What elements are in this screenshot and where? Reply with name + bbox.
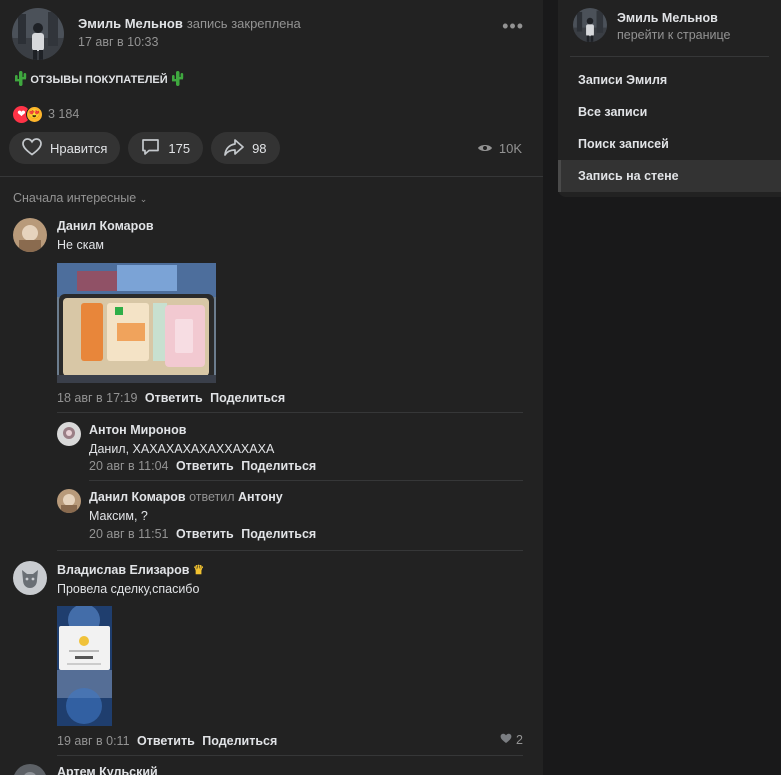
reply-button[interactable]: Ответить xyxy=(145,391,203,405)
comment: Данил Комаров Не скам xyxy=(57,219,154,252)
comment-photo[interactable] xyxy=(57,606,112,726)
sidebar-author[interactable]: Эмиль Мельнов перейти к странице xyxy=(573,8,773,42)
sidebar-item-emil-posts[interactable]: Записи Эмиля xyxy=(558,64,781,96)
replied-label: ответил xyxy=(189,490,235,504)
commenter-avatar[interactable] xyxy=(57,422,81,446)
sort-label: Сначала интересные xyxy=(13,191,137,205)
cactus-icon xyxy=(171,70,184,89)
comment-text: Провела сделку,спасибо xyxy=(57,582,200,596)
author-line: Эмиль Мельнов запись закреплена xyxy=(78,16,301,31)
divider xyxy=(57,550,523,551)
shares-count: 98 xyxy=(252,140,267,156)
comment-like-button[interactable]: 2 xyxy=(500,733,523,747)
comments-count: 175 xyxy=(168,140,191,156)
eye-icon xyxy=(477,141,493,156)
commenter-avatar[interactable] xyxy=(57,489,81,513)
comment-header: Владислав Елизаров ♛ xyxy=(57,562,204,577)
divider xyxy=(89,480,523,481)
share-comment-button[interactable]: Поделиться xyxy=(210,391,285,405)
comment-author[interactable]: Владислав Елизаров xyxy=(57,563,189,577)
reply-button[interactable]: Ответить xyxy=(176,527,234,541)
author-avatar[interactable] xyxy=(12,8,64,60)
like-button[interactable]: Нравится xyxy=(9,132,121,164)
heart-icon xyxy=(500,733,512,747)
comment: Артем Кульский xyxy=(57,765,158,775)
comment-meta: 18 авг в 17:19 Ответить Поделиться xyxy=(57,391,285,405)
comment-author[interactable]: Данил Комаров xyxy=(57,219,154,233)
reactions-summary[interactable]: ❤ 😍 3 184 xyxy=(13,105,79,123)
post-date[interactable]: 17 авг в 10:33 xyxy=(78,35,158,49)
share-comment-button[interactable]: Поделиться xyxy=(202,734,277,748)
post-sidebar: Эмиль Мельнов перейти к странице Записи … xyxy=(558,0,781,197)
comment-likes-count: 2 xyxy=(516,733,523,747)
comment-author[interactable]: Антон Миронов xyxy=(89,423,274,437)
comment-date[interactable]: 19 авг в 0:11 xyxy=(57,734,130,748)
post-actions: Нравится 175 98 xyxy=(9,132,280,164)
comment-text: Максим, ? xyxy=(89,509,148,523)
sidebar-item-all-posts[interactable]: Все записи xyxy=(558,96,781,128)
more-options-icon[interactable]: ••• xyxy=(502,16,524,37)
sidebar-go-to-page-link[interactable]: перейти к странице xyxy=(617,28,730,42)
views-count: 10K xyxy=(498,141,522,156)
comments-button[interactable]: 175 xyxy=(128,132,204,164)
post-header: Эмиль Мельнов запись закреплена 17 авг в … xyxy=(12,8,532,60)
comment-reply: Антон Миронов Данил, ХАХАХАХАХАХХАХАХА xyxy=(89,423,274,456)
post-text-content: отзывы покупателей xyxy=(30,74,168,86)
comment: Владислав Елизаров ♛ Провела сделку,спас… xyxy=(57,562,204,596)
comment-date[interactable]: 20 авг в 11:04 xyxy=(89,459,168,473)
divider xyxy=(57,412,523,413)
sidebar-item-search-posts[interactable]: Поиск записей xyxy=(558,128,781,160)
comment-reply: Данил Комаров ответил Антону Максим, ? xyxy=(89,490,283,523)
commenter-avatar[interactable] xyxy=(13,764,47,775)
commenter-avatar[interactable] xyxy=(13,218,47,252)
comment-text: Не скам xyxy=(57,238,104,252)
author-name[interactable]: Эмиль Мельнов xyxy=(78,16,183,31)
share-comment-button[interactable]: Поделиться xyxy=(241,459,316,473)
sidebar-name[interactable]: Эмиль Мельнов xyxy=(617,11,718,25)
heart-eyes-reaction-icon: 😍 xyxy=(26,105,43,123)
divider xyxy=(570,56,769,57)
pinned-note: запись закреплена xyxy=(186,16,301,31)
comment-date[interactable]: 20 авг в 11:51 xyxy=(89,527,168,541)
comment-meta: 19 авг в 0:11 Ответить Поделиться xyxy=(57,734,277,748)
comment-icon xyxy=(141,138,160,159)
comment-header: Данил Комаров ответил Антону xyxy=(89,490,283,504)
heart-icon xyxy=(22,137,42,159)
divider xyxy=(0,176,543,177)
reply-target[interactable]: Антону xyxy=(238,490,283,504)
comment-photo[interactable] xyxy=(57,263,216,383)
comment-author[interactable]: Данил Комаров xyxy=(89,490,186,504)
sidebar-item-wall-post[interactable]: Запись на стене xyxy=(558,160,781,192)
post-text: отзывы покупателей xyxy=(14,70,184,89)
share-button[interactable]: 98 xyxy=(211,132,280,164)
comment-text: Данил, ХАХАХАХАХАХХАХАХА xyxy=(89,442,275,456)
cactus-icon xyxy=(14,70,27,89)
post-panel: Эмиль Мельнов запись закреплена 17 авг в … xyxy=(0,0,543,775)
share-icon xyxy=(224,138,244,159)
comments-sort-dropdown[interactable]: Сначала интересные ⌄ xyxy=(13,191,147,205)
comment-meta: 20 авг в 11:04 Ответить Поделиться xyxy=(89,459,316,473)
reply-button[interactable]: Ответить xyxy=(137,734,195,748)
reply-button[interactable]: Ответить xyxy=(176,459,234,473)
sidebar-menu: Записи Эмиля Все записи Поиск записей За… xyxy=(558,64,781,192)
crown-icon: ♛ xyxy=(192,563,205,577)
comment-meta: 20 авг в 11:51 Ответить Поделиться xyxy=(89,527,316,541)
like-label: Нравится xyxy=(50,140,108,156)
chevron-down-icon: ⌄ xyxy=(139,194,148,204)
share-comment-button[interactable]: Поделиться xyxy=(241,527,316,541)
views-counter: 10K xyxy=(477,141,522,156)
divider xyxy=(57,755,523,756)
sidebar-avatar[interactable] xyxy=(573,8,607,42)
comment-date[interactable]: 18 авг в 17:19 xyxy=(57,391,137,405)
comment-author[interactable]: Артем Кульский xyxy=(57,765,158,775)
commenter-avatar[interactable] xyxy=(13,561,47,595)
reactions-count: 3 184 xyxy=(48,107,80,121)
